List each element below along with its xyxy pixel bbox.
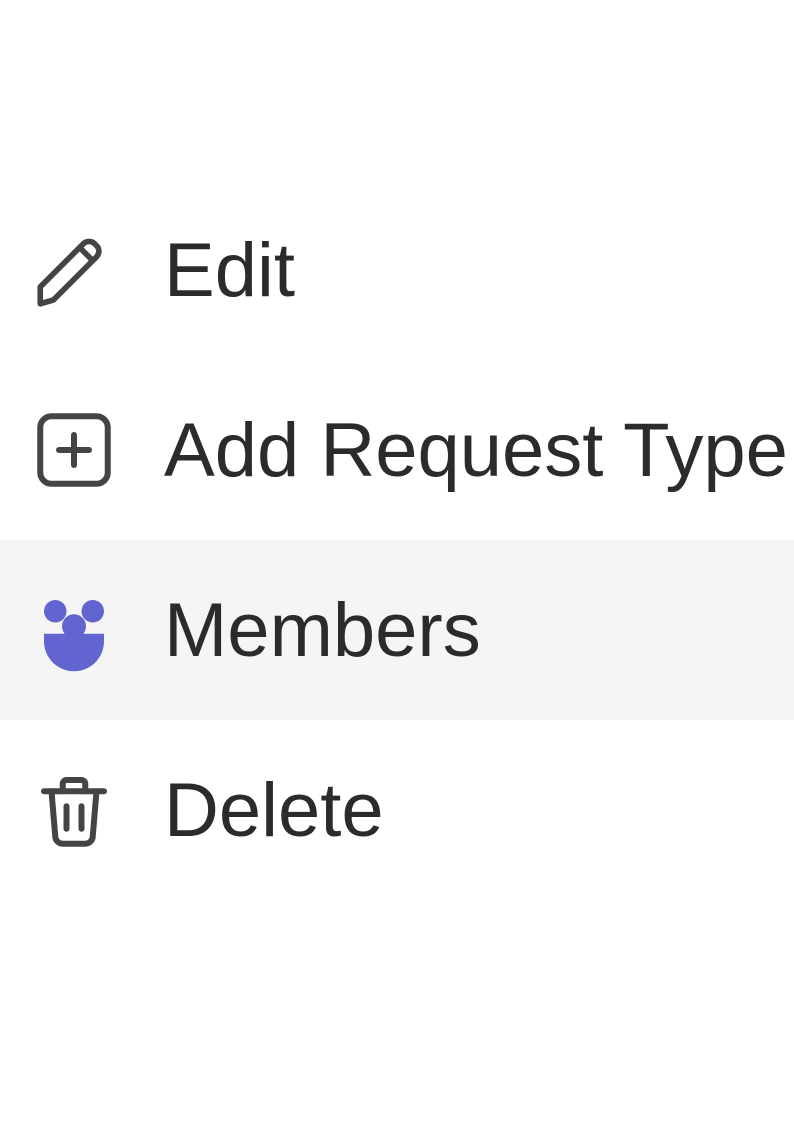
menu-item-edit[interactable]: Edit (0, 180, 794, 360)
trash-icon (24, 760, 124, 860)
members-icon (24, 580, 124, 680)
menu-item-label: Edit (164, 227, 295, 314)
menu-item-members[interactable]: Members (0, 540, 794, 720)
menu-item-add-request-type[interactable]: Add Request Type (0, 360, 794, 540)
menu-item-label: Delete (164, 767, 384, 854)
context-menu: Edit Add Request Type Members (0, 180, 794, 900)
pencil-icon (24, 220, 124, 320)
menu-item-label: Members (164, 587, 481, 674)
menu-item-label: Add Request Type (164, 407, 788, 494)
plus-square-icon (24, 400, 124, 500)
menu-item-delete[interactable]: Delete (0, 720, 794, 900)
